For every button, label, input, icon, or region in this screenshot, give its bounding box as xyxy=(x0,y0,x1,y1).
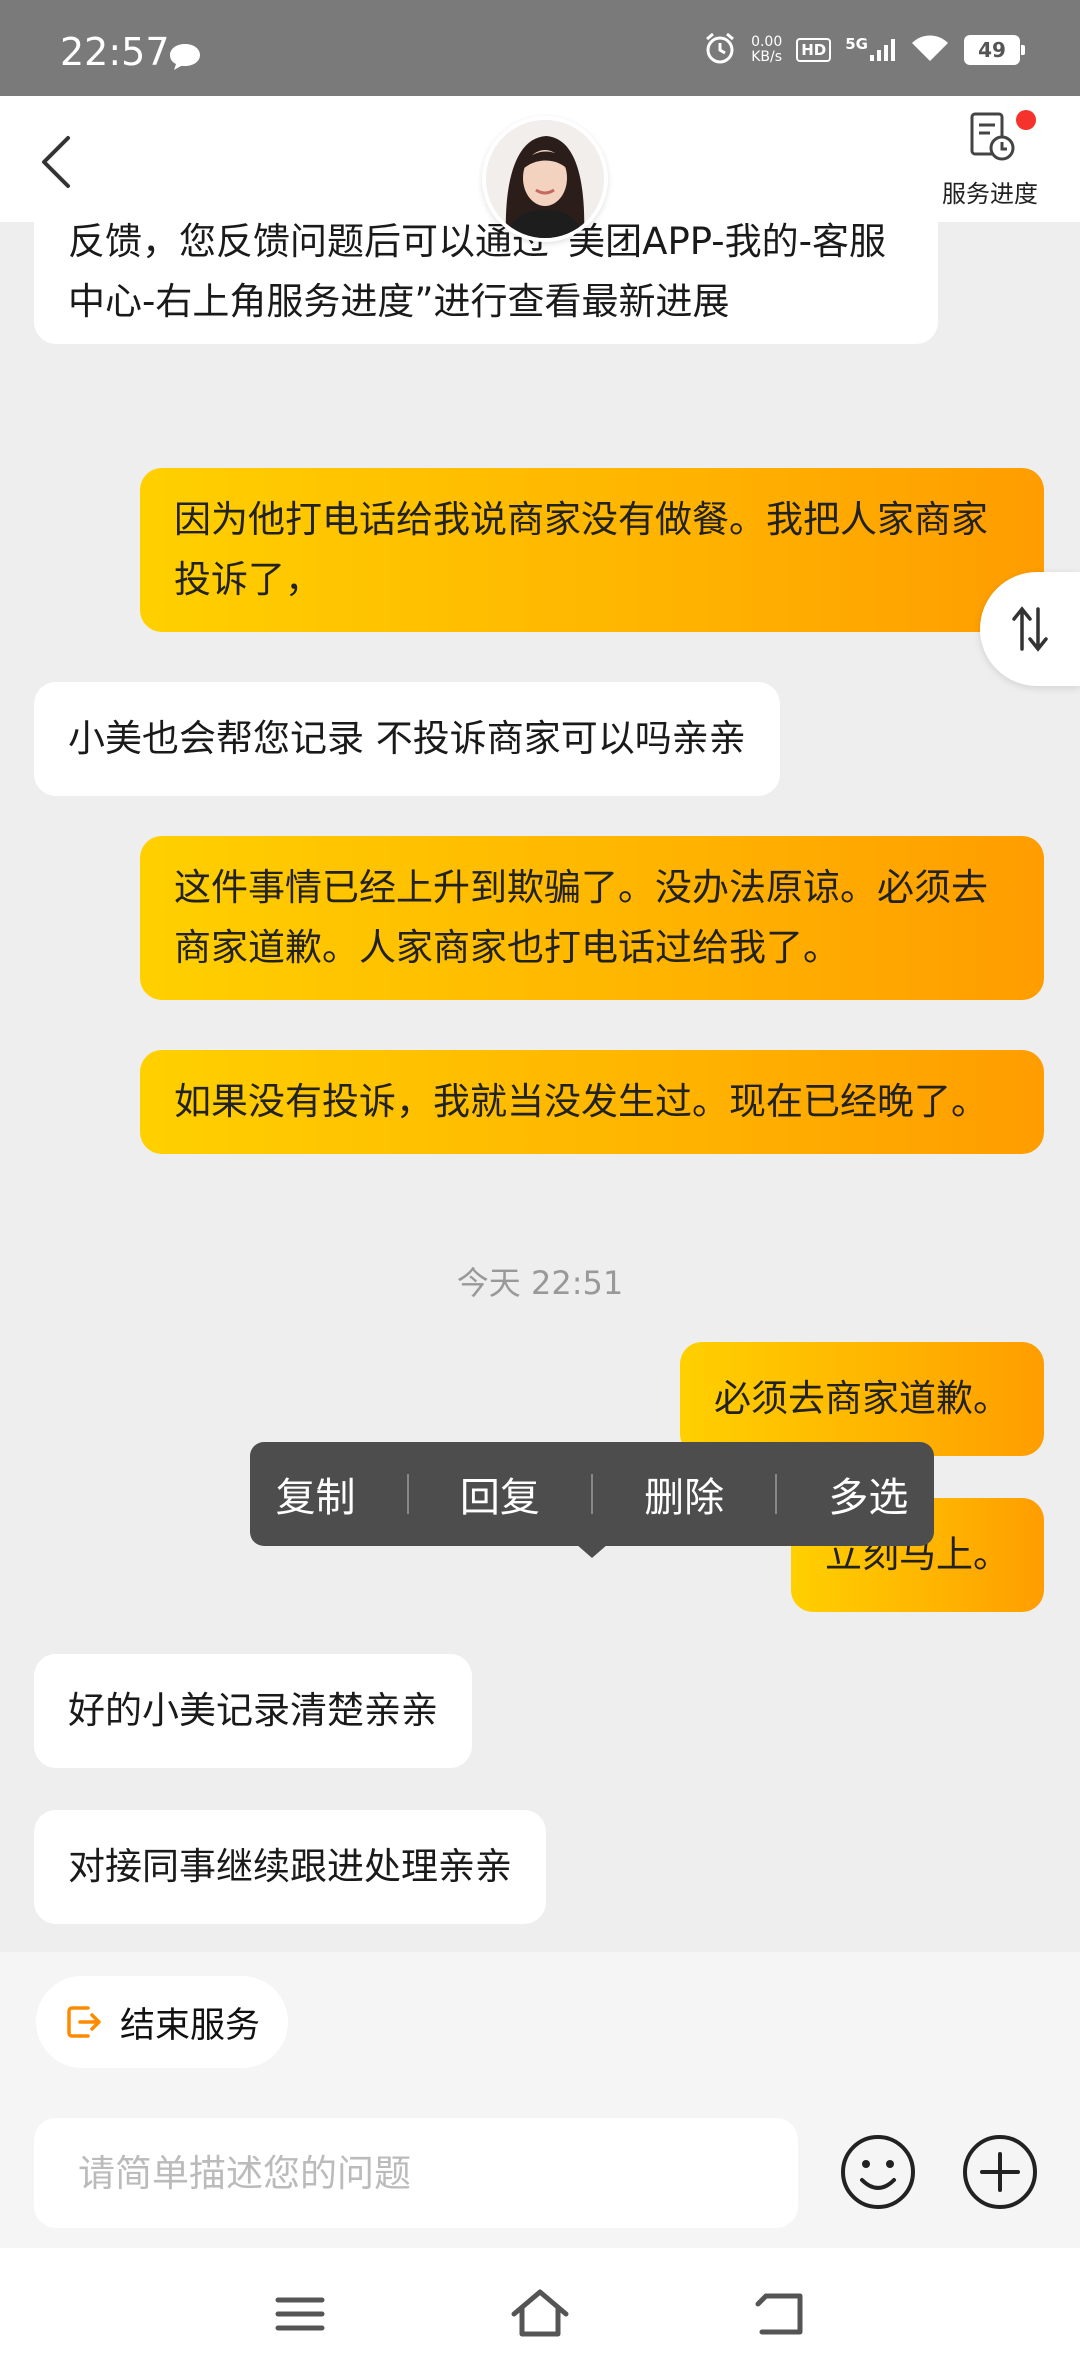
cellular-signal-icon: 5G xyxy=(845,35,896,61)
message-bubble-outgoing[interactable]: 这件事情已经上升到欺骗了。没办法原谅。必须去商家道歉。人家商家也打电话过给我了。 xyxy=(140,836,1044,1000)
back-button[interactable] xyxy=(30,126,90,196)
message-context-menu: 复制 回复 删除 多选 xyxy=(250,1442,934,1546)
exit-icon xyxy=(67,2006,101,2038)
message-notification-icon xyxy=(168,42,202,76)
net-speed-unit: KB/s xyxy=(751,49,783,65)
message-bubble-outgoing[interactable]: 如果没有投诉，我就当没发生过。现在已经晚了。 xyxy=(140,1050,1044,1154)
wifi-icon xyxy=(910,33,950,67)
battery-indicator: 49 xyxy=(964,35,1025,65)
context-menu-pointer xyxy=(576,1544,608,1558)
message-input[interactable] xyxy=(76,2150,756,2196)
emoji-button[interactable] xyxy=(838,2132,918,2212)
menu-item-multi-select[interactable]: 多选 xyxy=(828,1465,908,1523)
network-type: 5G xyxy=(845,35,868,53)
menu-divider xyxy=(590,1474,593,1514)
message-bubble-incoming[interactable]: 反馈，您反馈问题后可以通过“美团APP-我的-客服中心-右上角服务进度”进行查看… xyxy=(34,200,938,344)
add-attachment-button[interactable] xyxy=(960,2132,1040,2212)
message-bubble-incoming[interactable]: 好的小美记录清楚亲亲 xyxy=(34,1654,472,1768)
net-speed-value: 0.00 xyxy=(751,34,783,50)
chat-area[interactable]: 反馈，您反馈问题后可以通过“美团APP-我的-客服中心-右上角服务进度”进行查看… xyxy=(0,200,1080,1952)
status-bar: 22:57 0.00 KB/s HD 5G 49 xyxy=(0,0,1080,96)
menu-divider xyxy=(775,1474,778,1514)
notification-dot xyxy=(1016,110,1036,130)
nav-menu-button[interactable] xyxy=(268,2282,332,2346)
alarm-icon xyxy=(703,31,737,69)
menu-item-delete[interactable]: 删除 xyxy=(644,1465,724,1523)
nav-home-button[interactable] xyxy=(508,2282,572,2346)
nav-back-button[interactable] xyxy=(748,2282,812,2346)
service-progress-button[interactable]: 服务进度 xyxy=(910,108,1070,209)
status-time: 22:57 xyxy=(60,30,170,74)
composer-area: 结束服务 xyxy=(0,1952,1080,2248)
emoji-icon xyxy=(841,2135,915,2209)
message-timestamp: 今天 22:51 xyxy=(456,1264,624,1302)
home-icon xyxy=(511,2289,569,2337)
message-bubble-outgoing[interactable]: 必须去商家道歉。 xyxy=(680,1342,1044,1456)
end-service-label: 结束服务 xyxy=(120,2005,261,2046)
menu-icon xyxy=(275,2297,325,2331)
menu-item-reply[interactable]: 回复 xyxy=(460,1465,540,1523)
net-speed: 0.00 KB/s xyxy=(751,35,782,65)
chevron-left-icon xyxy=(42,136,70,188)
hd-badge: HD xyxy=(796,38,832,62)
swap-vertical-icon xyxy=(1012,606,1048,652)
service-progress-icon xyxy=(970,112,1015,161)
message-bubble-outgoing[interactable]: 因为他打电话给我说商家没有做餐。我把人家商家投诉了， xyxy=(140,468,1044,632)
message-bubble-incoming[interactable]: 对接同事继续跟进处理亲亲 xyxy=(34,1810,546,1924)
agent-avatar xyxy=(482,116,608,242)
service-progress-label: 服务进度 xyxy=(942,180,1038,208)
message-input-container[interactable] xyxy=(34,2118,798,2228)
menu-divider xyxy=(406,1474,409,1514)
menu-item-copy[interactable]: 复制 xyxy=(276,1465,356,1523)
end-service-button[interactable]: 结束服务 xyxy=(36,1976,289,2068)
plus-circle-icon xyxy=(963,2135,1037,2209)
return-icon xyxy=(755,2293,803,2335)
system-nav-bar xyxy=(0,2248,1080,2376)
message-bubble-incoming[interactable]: 小美也会帮您记录 不投诉商家可以吗亲亲 xyxy=(34,682,780,796)
